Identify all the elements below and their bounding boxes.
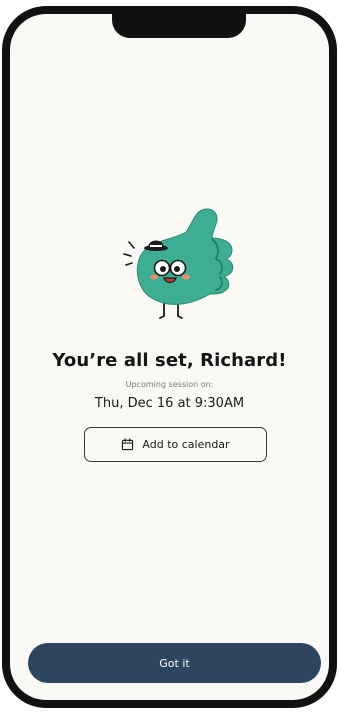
thumbs-up-mascot-illustration	[123, 208, 234, 319]
confirmation-title: You’re all set, Richard!	[52, 350, 287, 371]
phone-frame: You’re all set, Richard! Upcoming sessio…	[2, 6, 337, 708]
got-it-label: Got it	[159, 656, 190, 670]
phone-notch	[112, 14, 246, 38]
got-it-button[interactable]: Got it	[28, 643, 321, 683]
add-to-calendar-label: Add to calendar	[142, 438, 230, 451]
app-screen: You’re all set, Richard! Upcoming sessio…	[10, 14, 329, 700]
add-to-calendar-button[interactable]: Add to calendar	[84, 427, 267, 462]
calendar-icon	[122, 438, 134, 451]
upcoming-session-label: Upcoming session on:	[125, 380, 214, 389]
session-datetime: Thu, Dec 16 at 9:30AM	[94, 396, 245, 411]
